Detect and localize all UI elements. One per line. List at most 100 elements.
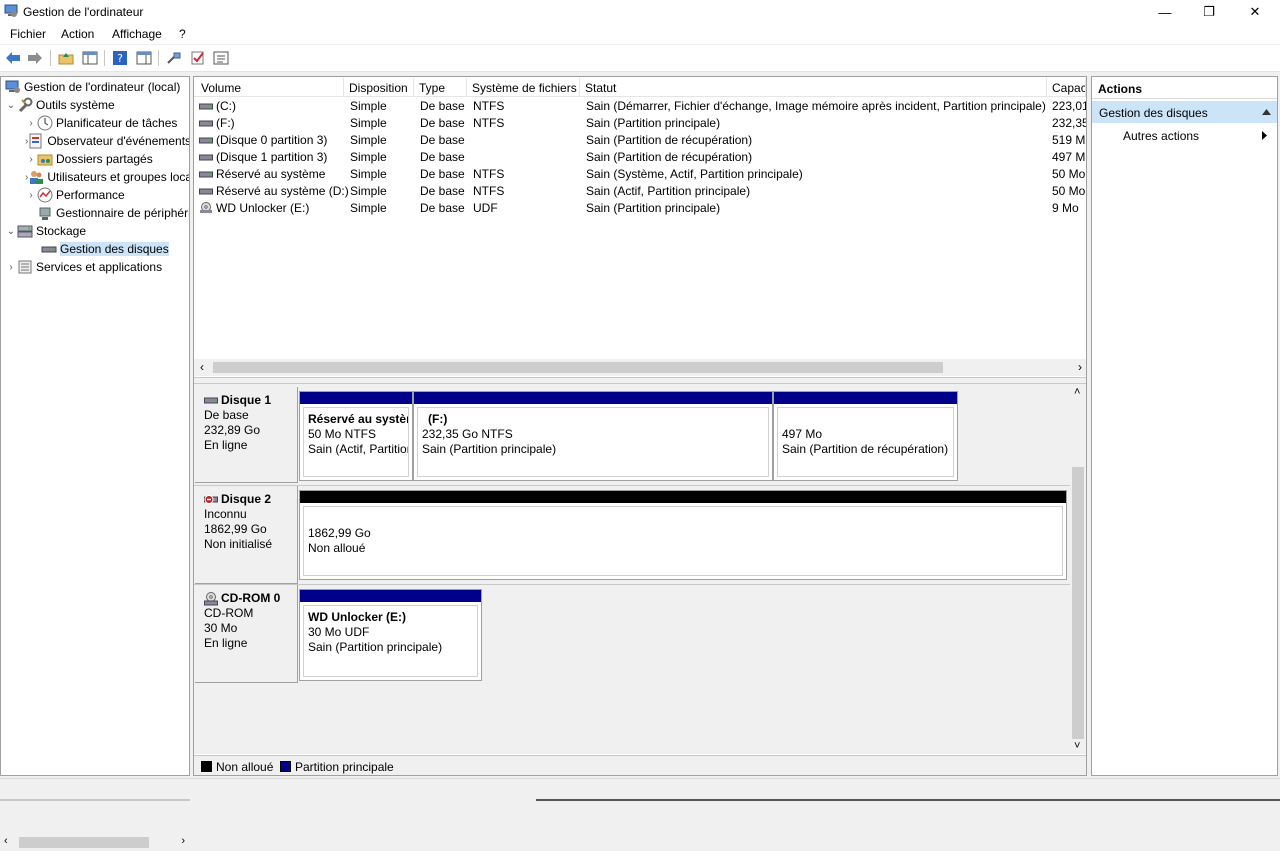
restore-button[interactable]: ❐ [1186,0,1232,24]
disk-size: 1862,99 Go [204,522,267,536]
actions-section-gestion-disques[interactable]: Gestion des disques [1092,101,1277,123]
tree-horizontal-scrollbar[interactable]: ‹ › [2,834,189,851]
collapsed-chevron-icon[interactable]: › [25,190,37,201]
properties-pane-icon[interactable] [135,49,153,67]
tree-root[interactable]: Gestion de l'ordinateur (local) [5,78,180,96]
cdrom-icon [204,591,218,605]
scroll-up-icon[interactable]: ˄ [1074,386,1080,398]
volume-filesystem: NTFS [473,167,505,181]
volume-row[interactable]: Réservé au système (D:) Simple De base NTFS… [194,182,1086,199]
volume-row[interactable]: (C:) Simple De base NTFS Sain (Démarrer, Fic… [194,97,1086,114]
navigation-tree: Gestion de l'ordinateur (local) ⌄ Outils… [0,76,190,851]
partition-header-bar [774,392,957,404]
volume-row[interactable]: (Disque 1 partition 3) Simple De base Sain … [194,148,1086,165]
tree-item-performance[interactable]: › Performance [25,186,189,204]
scroll-right-icon[interactable]: › [1078,360,1082,374]
legend-swatch-unallocated [201,761,212,772]
partition-header-bar [414,392,772,404]
volume-type: De base [420,150,465,164]
partition-status: Sain (Partition principale) [422,442,557,456]
up-folder-icon[interactable] [57,49,75,67]
tree-item-label: Outils système [36,98,115,112]
disk-view-vertical-scrollbar[interactable]: ˄ ˅ [1070,384,1086,754]
partition-reserve-systeme[interactable]: Réservé au système 50 Mo NTFS Sain (Acti… [299,391,413,481]
partition-non-alloue[interactable]: 1862,99 Go Non alloué [299,490,1067,580]
collapsed-chevron-icon[interactable]: › [25,154,37,165]
help-icon[interactable]: ? [111,49,129,67]
disk-management-icon [41,241,57,257]
scroll-down-icon[interactable]: ˅ [1074,740,1080,752]
collapsed-chevron-icon[interactable]: › [5,262,17,273]
clock-icon [37,115,53,131]
volume-filesystem: NTFS [473,99,505,113]
menu-help[interactable]: ? [179,27,186,41]
scroll-left-icon[interactable]: ‹ [4,835,8,847]
minimize-button[interactable]: — [1142,0,1188,24]
list-icon[interactable] [212,49,230,67]
partition-wd-unlocker[interactable]: WD Unlocker (E:) 30 Mo UDF Sain (Partiti… [299,589,482,681]
tree-item-stockage[interactable]: ⌄ Stockage [5,222,86,240]
disk-label-disque-1[interactable]: Disque 1 De base 232,89 Go En ligne [195,387,298,483]
tree-item-dossiers-partages[interactable]: › Dossiers partagés [25,150,189,168]
tree-item-observateur[interactable]: › Observateur d'événements [25,132,189,150]
tree-item-utilisateurs[interactable]: › Utilisateurs et groupes locaux [25,168,189,186]
toolbar: ? [0,45,1280,72]
close-button[interactable]: ✕ [1232,0,1278,24]
disk-type: De base [204,408,249,422]
partition-recuperation[interactable]: 497 Mo Sain (Partition de récupération) [773,391,958,481]
cdrom-icon [200,202,212,213]
menu-affichage[interactable]: Affichage [112,27,162,41]
volume-icon [199,171,213,178]
volume-list-horizontal-scrollbar[interactable]: ‹ › [194,359,1086,376]
volume-row[interactable]: (F:) Simple De base NTFS Sain (Partition pri… [194,114,1086,131]
expanded-chevron-icon[interactable]: ⌄ [5,100,17,111]
column-type[interactable]: Type [414,78,467,97]
tree-item-gestion-disques[interactable]: Gestion des disques [41,240,169,258]
volume-row[interactable]: WD Unlocker (E:) Simple De base UDF Sain (Pa… [194,199,1086,216]
partition-header-bar [300,392,412,404]
partition-header-bar [300,590,481,602]
column-capacite[interactable]: Capac [1047,78,1086,97]
volume-row[interactable]: Réservé au système Simple De base NTFS Sain … [194,165,1086,182]
computer-management-icon [4,4,18,17]
show-hide-tree-icon[interactable] [81,49,99,67]
collapsed-chevron-icon[interactable]: › [25,118,37,129]
actions-item-autres-actions[interactable]: Autres actions [1092,125,1277,145]
scrollbar-thumb[interactable] [213,362,943,373]
tree-item-services-applications[interactable]: › Services et applications [5,258,162,276]
scrollbar-thumb[interactable] [1072,467,1084,739]
tree-root-label: Gestion de l'ordinateur (local) [24,80,181,94]
partition-f[interactable]: (F:) 232,35 Go NTFS Sain (Partition prin… [413,391,773,481]
forward-icon[interactable] [26,49,44,67]
scrollbar-thumb[interactable] [19,837,149,848]
check-icon[interactable] [189,49,207,67]
svg-text:?: ? [117,52,123,65]
volume-row[interactable]: (Disque 0 partition 3) Simple De base Sain … [194,131,1086,148]
volume-capacity: 232,35 [1052,116,1086,130]
scroll-left-icon[interactable]: ‹ [200,360,204,374]
menu-action[interactable]: Action [61,27,94,41]
volume-disposition: Simple [350,116,387,130]
tree-item-gestionnaire-peripheriques[interactable]: Gestionnaire de périphériques [37,204,189,222]
scroll-right-icon[interactable]: › [181,835,185,847]
volume-status: Sain (Système, Actif, Partition principa… [586,167,803,181]
partition-size: 50 Mo NTFS [308,427,377,441]
back-icon[interactable] [4,49,22,67]
collapse-up-icon[interactable] [1262,109,1271,115]
disk-label-disque-2[interactable]: Disque 2 Inconnu 1862,99 Go Non initiali… [195,486,298,584]
column-volume[interactable]: Volume [196,78,344,97]
disk-label-cdrom-0[interactable]: CD-ROM 0 CD-ROM 30 Mo En ligne [195,585,298,683]
column-statut[interactable]: Statut [580,78,1047,97]
volume-name: (Disque 1 partition 3) [216,150,328,164]
connect-icon[interactable] [165,49,183,67]
expanded-chevron-icon[interactable]: ⌄ [5,226,17,237]
menu-fichier[interactable]: Fichier [10,27,46,41]
tree-item-outils-systeme[interactable]: ⌄ Outils système [5,96,115,114]
tree-item-planificateur[interactable]: › Planificateur de tâches [25,114,189,132]
pane-splitter[interactable] [194,377,1086,384]
column-filesystem[interactable]: Système de fichiers [467,78,580,97]
volume-name: (Disque 0 partition 3) [216,133,328,147]
partition-body: WD Unlocker (E:) 30 Mo UDF Sain (Partiti… [303,605,478,677]
column-disposition[interactable]: Disposition [344,78,414,97]
volume-name: WD Unlocker (E:) [216,201,310,215]
